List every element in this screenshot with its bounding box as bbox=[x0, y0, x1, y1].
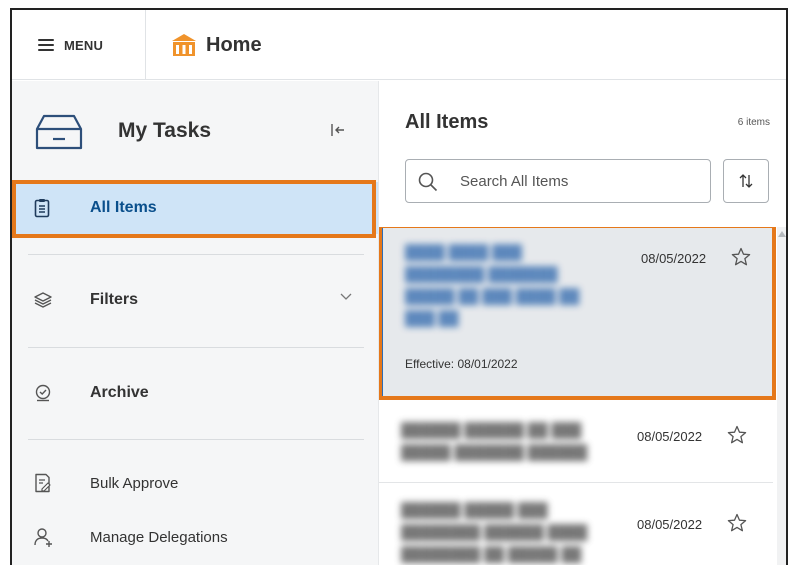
clipboard-icon bbox=[34, 199, 50, 218]
person-add-icon bbox=[34, 528, 52, 547]
sidebar-title: My Tasks bbox=[118, 119, 211, 142]
search-icon bbox=[418, 172, 438, 192]
list-item[interactable]: ██████ █████ ███ ████████ ██████ ████ ████… bbox=[379, 483, 773, 565]
sidebar-item-label: All Items bbox=[90, 199, 157, 216]
home-label: Home bbox=[206, 33, 262, 56]
sidebar-item-label: Manage Delegations bbox=[90, 528, 228, 546]
main-panel: All Items 6 items ████ ████ ███████████ … bbox=[378, 81, 786, 565]
sidebar-item-bulk-approve[interactable]: Bulk Approve bbox=[12, 463, 378, 503]
edit-document-icon bbox=[35, 473, 51, 493]
effective-date: Effective: 08/01/2022 bbox=[405, 357, 518, 371]
sidebar-item-filters[interactable]: Filters bbox=[12, 279, 378, 321]
item-date: 08/05/2022 bbox=[641, 251, 707, 266]
redacted-text: ██████ █████ ███ ████████ ██████ ████ ████… bbox=[401, 502, 588, 562]
scroll-up-icon[interactable] bbox=[778, 231, 786, 237]
check-circle-icon bbox=[35, 384, 51, 402]
collapse-panel-icon[interactable] bbox=[330, 123, 346, 137]
building-icon bbox=[172, 34, 196, 56]
sidebar-item-archive[interactable]: Archive bbox=[12, 372, 378, 414]
redacted-text: ██████ ██████ ██ ███ █████ ███████ ██████ bbox=[401, 422, 588, 460]
sidebar-header: My Tasks bbox=[12, 81, 378, 181]
sort-button[interactable] bbox=[723, 159, 769, 203]
list-item[interactable]: ██████ ██████ ██ ███ █████ ███████ ██████… bbox=[379, 397, 773, 483]
star-icon[interactable] bbox=[727, 425, 747, 445]
page-title: All Items bbox=[405, 111, 489, 133]
inbox-icon bbox=[35, 114, 83, 150]
item-date: 08/05/2022 bbox=[637, 517, 703, 532]
sort-icon bbox=[739, 174, 753, 188]
menu-label: MENU bbox=[64, 37, 104, 53]
search-box[interactable] bbox=[405, 159, 711, 203]
task-list: ████ ████ ███ ████████ ███████ █████ ██ ██… bbox=[379, 227, 777, 565]
star-icon[interactable] bbox=[727, 513, 747, 533]
divider bbox=[28, 347, 364, 348]
sidebar-item-label: Bulk Approve bbox=[90, 474, 179, 492]
sidebar: My Tasks All Items Filters Archive Bulk … bbox=[12, 81, 378, 565]
redacted-text: ████ ████ ███ ████████ ███████ █████ ██ ██… bbox=[405, 244, 580, 326]
menu-button[interactable]: MENU bbox=[12, 10, 146, 80]
star-icon[interactable] bbox=[731, 247, 751, 267]
search-input[interactable] bbox=[460, 170, 700, 192]
item-date: 08/05/2022 bbox=[637, 429, 703, 444]
scrollbar[interactable] bbox=[777, 227, 786, 565]
divider bbox=[28, 254, 364, 255]
sidebar-item-label: Archive bbox=[90, 384, 149, 401]
top-header: MENU Home bbox=[12, 10, 786, 80]
sidebar-item-label: Filters bbox=[90, 291, 139, 308]
home-link[interactable]: Home bbox=[170, 10, 262, 80]
layers-icon bbox=[34, 292, 52, 308]
chevron-down-icon bbox=[340, 293, 352, 300]
divider bbox=[28, 439, 364, 440]
sidebar-item-manage-delegations[interactable]: Manage Delegations bbox=[12, 517, 378, 557]
sidebar-item-all-items[interactable]: All Items bbox=[12, 182, 378, 234]
hamburger-icon bbox=[38, 39, 54, 51]
list-item[interactable]: ████ ████ ███ ████████ ███████ █████ ██ ██… bbox=[379, 227, 773, 397]
app-window: MENU Home My Tasks All Items Filters Arc… bbox=[10, 8, 788, 565]
item-count: 6 items bbox=[737, 117, 770, 128]
